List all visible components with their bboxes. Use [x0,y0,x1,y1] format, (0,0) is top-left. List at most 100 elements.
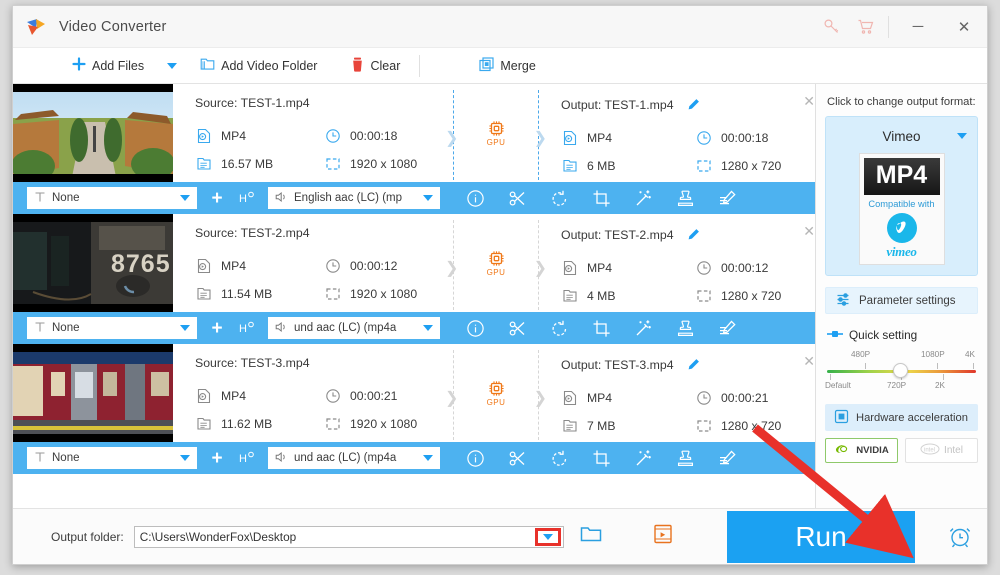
crop-icon[interactable] [580,442,622,474]
hardware-acceleration-label: Hardware acceleration [856,411,968,424]
crop-icon[interactable] [580,312,622,344]
letterbox-top [13,214,173,222]
add-files-button[interactable]: Add Files [63,48,153,84]
chevron-down-icon [180,325,190,331]
video-thumbnail[interactable] [13,344,173,442]
clear-button[interactable]: Clear [342,48,409,84]
rotate-icon[interactable] [538,442,580,474]
intel-toggle[interactable]: intel Intel [905,438,978,463]
output-folder-dropdown-button[interactable] [534,527,561,546]
hdr-button[interactable]: H [234,317,260,339]
subtitle-select[interactable]: None [27,187,197,209]
file-card[interactable]: Source: TEST-3.mp4 MP4 00:00:21 11.62 MB… [13,344,815,474]
cart-icon[interactable] [848,6,882,48]
subtitle-edit-icon[interactable] [706,312,748,344]
gpu-badge[interactable]: GPU [487,250,506,277]
output-folder-input[interactable] [133,525,564,548]
rename-pencil-icon[interactable] [687,359,700,374]
audio-track-select[interactable]: English aac (LC) (mp [268,187,440,209]
info-icon[interactable] [454,442,496,474]
file-card[interactable]: Source: TEST-1.mp4 MP4 00:00:18 16.57 MB… [13,84,815,214]
output-size: 4 MB [561,282,695,310]
audio-track-value: und aac (LC) (mp4a [294,322,397,334]
clock-icon [324,258,341,275]
browse-folder-button[interactable] [580,525,602,548]
add-video-folder-button[interactable]: Add Video Folder [191,48,326,84]
file-meta: Source: TEST-1.mp4 MP4 00:00:18 16.57 MB… [173,84,815,182]
add-files-dropdown[interactable] [153,48,191,84]
audio-track-value: English aac (LC) (mp [294,192,403,204]
parameter-settings-button[interactable]: Parameter settings [825,287,978,314]
hdr-button[interactable]: H [234,447,260,469]
run-button[interactable]: Run [727,511,915,563]
video-thumbnail[interactable]: 8765 [13,214,173,312]
source-format: MP4 [195,382,324,410]
letterbox-top [13,84,173,92]
open-converted-button[interactable] [652,523,674,550]
source-filename: Source: TEST-3.mp4 [195,356,310,370]
effect-icon[interactable] [622,442,664,474]
hardware-acceleration-button[interactable]: Hardware acceleration [825,404,978,431]
source-size-value: 11.62 MB [221,417,273,431]
file-size-icon [561,288,578,305]
source-size-value: 16.57 MB [221,157,274,171]
subtitle-edit-icon[interactable] [706,442,748,474]
add-subtitle-button[interactable]: + [205,317,229,339]
output-format-box[interactable]: Vimeo MP4 Compatible with vimeo [825,116,978,276]
key-icon[interactable] [814,6,848,48]
alarm-icon[interactable] [947,523,973,554]
close-button[interactable]: ✕ [941,6,987,48]
slider-handle[interactable] [893,363,908,378]
watermark-icon[interactable] [664,182,706,214]
source-info: Source: TEST-3.mp4 MP4 00:00:21 11.62 MB… [173,344,453,442]
output-format-panel: Click to change output format: Vimeo MP4… [816,84,987,508]
minimize-button[interactable]: ─ [895,6,941,48]
output-format-hint: Click to change output format: [827,96,976,108]
info-icon[interactable] [454,312,496,344]
remove-file-button[interactable]: ✕ [803,354,815,368]
watermark-icon[interactable] [664,442,706,474]
watermark-icon[interactable] [664,312,706,344]
rename-pencil-icon[interactable] [687,99,700,114]
rotate-icon[interactable] [538,182,580,214]
crop-icon[interactable] [580,182,622,214]
hdr-button[interactable]: H [234,187,260,209]
subtitle-select[interactable]: None [27,317,197,339]
cut-icon[interactable] [496,312,538,344]
format-badge: MP4 [863,158,940,195]
subtitle-select[interactable]: None [27,447,197,469]
source-size: 11.62 MB [195,410,324,438]
file-card[interactable]: 8765 Source: TEST-2.mp4 MP4 00:00:12 11.… [13,214,815,344]
video-thumbnail[interactable] [13,84,173,182]
add-subtitle-button[interactable]: + [205,187,229,209]
gpu-badge[interactable]: GPU [487,380,506,407]
output-size: 6 MB [561,152,695,180]
parameter-settings-label: Parameter settings [859,294,956,307]
chevron-down-icon[interactable] [957,133,967,139]
main-window: Video Converter ─ ✕ Add Files Add Video … [12,5,988,565]
output-folder-field [133,525,564,548]
resolution-icon [324,156,341,173]
remove-file-button[interactable]: ✕ [803,224,815,238]
add-subtitle-button[interactable]: + [205,447,229,469]
cut-icon[interactable] [496,442,538,474]
merge-button[interactable]: Merge [470,48,544,84]
subtitle-edit-icon[interactable] [706,182,748,214]
audio-track-select[interactable]: und aac (LC) (mp4a [268,317,440,339]
info-icon[interactable] [454,182,496,214]
nvidia-toggle[interactable]: NVIDIA [825,438,898,463]
quick-setting-label: Quick setting [849,328,918,342]
rotate-icon[interactable] [538,312,580,344]
remove-file-button[interactable]: ✕ [803,94,815,108]
audio-track-select[interactable]: und aac (LC) (mp4a [268,447,440,469]
quality-slider[interactable]: Default 480P 720P 1080P 2K 4K [825,350,978,394]
effect-icon[interactable] [622,312,664,344]
chevron-right-icon: ❯ [445,390,459,407]
cut-icon[interactable] [496,182,538,214]
clock-icon [324,128,341,145]
effect-icon[interactable] [622,182,664,214]
rename-pencil-icon[interactable] [687,229,700,244]
gpu-badge[interactable]: GPU [487,120,506,147]
slider-tick [973,363,974,369]
slider-label-4k: 4K [965,350,976,359]
